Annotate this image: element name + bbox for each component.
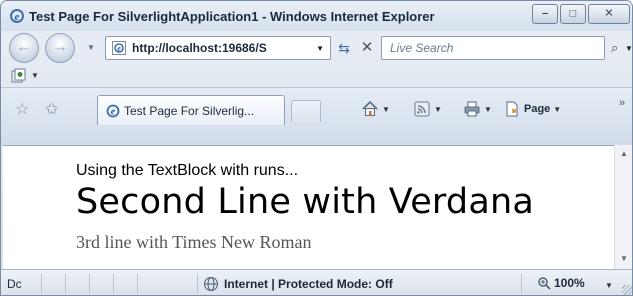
print-dropdown[interactable]: ▼ [484, 105, 492, 114]
add-favorites-icon[interactable]: ✩ [45, 99, 58, 119]
zone-label: Internet | Protected Mode: Off [224, 277, 393, 291]
status-divider [89, 274, 90, 294]
globe-icon [204, 277, 218, 291]
home-button[interactable]: ▼ [361, 97, 390, 121]
refresh-button[interactable]: ⇆ [333, 38, 355, 58]
resize-grip[interactable] [622, 285, 632, 295]
security-zone[interactable]: Internet | Protected Mode: Off [203, 276, 393, 292]
close-icon: ✕ [604, 7, 614, 20]
search-options-dropdown[interactable]: ▼ [625, 44, 632, 53]
feeds-icon [414, 101, 430, 117]
textblock-run-3: 3rd line with Times New Roman [76, 232, 312, 252]
ie-icon: e [10, 9, 24, 23]
toolbar-overflow-chevron[interactable]: » [619, 97, 625, 109]
search-input[interactable] [382, 37, 572, 59]
page-ie-icon: e [112, 41, 126, 55]
address-bar[interactable]: e http://localhost:19686/S ▼ [105, 36, 331, 60]
links-row: ▼ [1, 65, 632, 87]
status-divider [197, 274, 198, 294]
status-divider [137, 274, 138, 294]
zoom-control[interactable]: 100% [537, 276, 585, 290]
search-icon[interactable]: ⌕ [611, 40, 618, 56]
close-button[interactable]: ✕ [588, 4, 630, 24]
favorites-star-icon[interactable]: ☆ [15, 99, 29, 119]
page-icon [506, 101, 518, 117]
tab-bar: ☆ ✩ e Test Page For Silverlig... ▼ ▼ ▼ P… [1, 87, 632, 145]
title-bar: e Test Page For SilverlightApplication1 … [1, 1, 632, 31]
status-divider [41, 274, 42, 294]
favorites-center-icon[interactable] [11, 68, 27, 84]
address-row: ← → ▼ e http://localhost:19686/S ▼ ⇆ ✕ ⌕… [1, 31, 632, 65]
home-dropdown[interactable]: ▼ [382, 105, 390, 114]
svg-text:e: e [117, 44, 121, 53]
window-controls: – □ ✕ [532, 4, 630, 26]
recent-pages-dropdown[interactable]: ▼ [87, 43, 95, 52]
scroll-down-arrow-icon[interactable]: ▼ [620, 254, 628, 263]
page-menu-label: Page [524, 103, 551, 115]
browser-window: e Test Page For SilverlightApplication1 … [0, 0, 633, 296]
textblock-run-1: Using the TextBlock with runs... [76, 162, 299, 179]
feeds-button[interactable]: ▼ [413, 97, 442, 121]
zoom-level: 100% [554, 276, 585, 290]
maximize-icon: □ [569, 7, 577, 20]
address-dropdown[interactable]: ▼ [316, 44, 324, 53]
feeds-dropdown[interactable]: ▼ [434, 105, 442, 114]
stop-button[interactable]: ✕ [357, 38, 377, 58]
print-button[interactable]: ▼ [463, 97, 492, 121]
status-divider [521, 274, 522, 294]
forward-arrow-icon: → [52, 38, 68, 56]
tab-title: Test Page For Silverlig... [124, 104, 255, 118]
window-title: Test Page For SilverlightApplication1 - … [29, 9, 435, 24]
forward-button[interactable]: → [45, 33, 75, 63]
zoom-icon [538, 277, 551, 290]
minimize-button[interactable]: – [532, 4, 558, 24]
svg-text:e: e [15, 11, 20, 23]
new-tab-button[interactable] [291, 100, 321, 122]
back-button[interactable]: ← [9, 33, 39, 63]
maximize-button[interactable]: □ [560, 4, 586, 24]
minimize-icon: – [541, 7, 549, 20]
tab-test-page[interactable]: e Test Page For Silverlig... [97, 95, 285, 125]
status-divider [113, 274, 114, 294]
home-icon [362, 100, 378, 116]
status-divider [65, 274, 66, 294]
textblock-run-2: Second Line with Verdana [76, 182, 535, 222]
zoom-dropdown[interactable]: ▼ [605, 281, 613, 290]
page-menu-dropdown: ▼ [553, 104, 562, 114]
print-icon [464, 101, 480, 117]
vertical-scrollbar[interactable]: ▲ ▼ [614, 145, 632, 269]
back-arrow-icon: ← [16, 38, 32, 56]
scroll-up-arrow-icon[interactable]: ▲ [620, 149, 628, 158]
links-dropdown[interactable]: ▼ [31, 71, 39, 80]
status-bar: Dc Internet | Protected Mode: Off 100% ▼ [1, 269, 632, 295]
search-box[interactable] [381, 36, 605, 60]
page-menu-button[interactable]: Page ▼ [503, 97, 561, 121]
status-text: Dc [7, 277, 22, 291]
tab-ie-icon: e [106, 104, 120, 118]
svg-text:e: e [111, 107, 116, 118]
address-url[interactable]: http://localhost:19686/S [132, 41, 304, 55]
page-content: Using the TextBlock with runs... Second … [3, 145, 614, 269]
